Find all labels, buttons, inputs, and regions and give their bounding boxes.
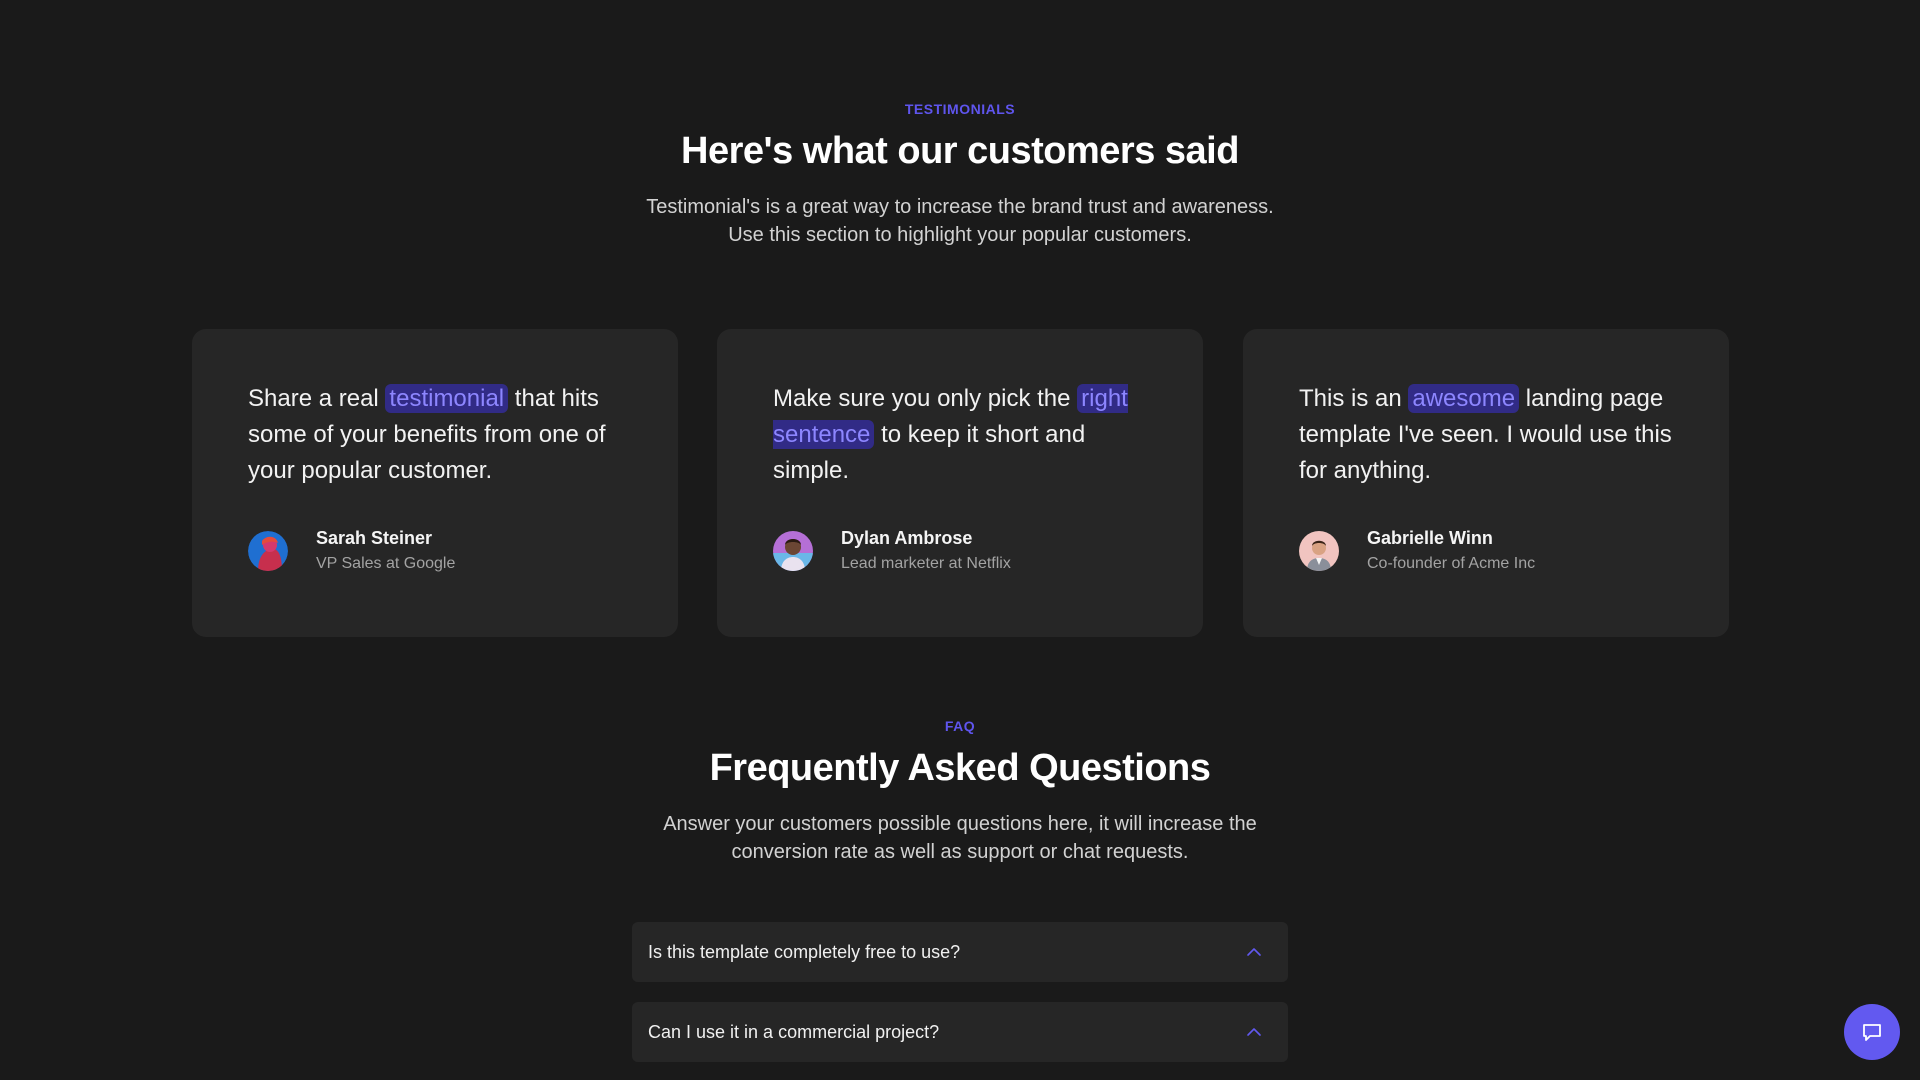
faq-question: Can I use it in a commercial project?: [648, 1021, 940, 1042]
testimonials-subtitle-line: Use this section to highlight your popul…: [728, 224, 1192, 246]
chat-bubble-icon: [1860, 1020, 1884, 1044]
faq-subtitle-line: conversion rate as well as support or ch…: [731, 841, 1189, 863]
author-role: Lead marketer at Netflix: [841, 555, 1011, 572]
testimonial-card: This is an awesome landing page template…: [1243, 329, 1729, 637]
testimonials-subtitle-line: Testimonial's is a great way to increase…: [646, 196, 1274, 218]
faq-eyebrow: FAQ: [944, 718, 976, 734]
testimonial-author: Sarah Steiner VP Sales at Google: [248, 525, 455, 576]
testimonial-card: Share a real testimonial that hits some …: [192, 329, 678, 637]
testimonial-quote: This is an awesome landing page template…: [1299, 381, 1673, 489]
testimonials-title: Here's what our customers said: [681, 130, 1239, 172]
testimonial-cards: Share a real testimonial that hits some …: [192, 329, 1729, 637]
author-name: Gabrielle Winn: [1367, 528, 1493, 548]
avatar: [1299, 530, 1339, 571]
testimonial-quote: Make sure you only pick the right senten…: [773, 381, 1147, 489]
chat-button[interactable]: [1844, 1004, 1900, 1060]
avatar: [248, 530, 288, 571]
faq-question: Is this template completely free to use?: [648, 941, 961, 962]
faq-title: Frequently Asked Questions: [709, 747, 1211, 789]
testimonial-author: Gabrielle Winn Co-founder of Acme Inc: [1299, 525, 1535, 576]
testimonial-author: Dylan Ambrose Lead marketer at Netflix: [773, 525, 1011, 576]
author-role: VP Sales at Google: [316, 555, 456, 572]
quote-highlight: testimonial: [385, 384, 509, 413]
chevron-up-icon[interactable]: [1244, 942, 1264, 962]
quote-highlight: awesome: [1408, 384, 1520, 413]
faq-subtitle-line: Answer your customers possible questions…: [663, 813, 1257, 835]
author-name: Sarah Steiner: [316, 528, 433, 548]
quote-text: Share a real: [248, 385, 386, 412]
faq-subtitle: Answer your customers possible questions…: [0, 810, 1920, 866]
avatar: [773, 530, 813, 571]
author-name: Dylan Ambrose: [841, 528, 973, 548]
testimonial-card: Make sure you only pick the right senten…: [717, 329, 1203, 637]
author-role: Co-founder of Acme Inc: [1367, 555, 1536, 572]
chevron-up-icon[interactable]: [1244, 1022, 1264, 1042]
faq-item[interactable]: Can I use it in a commercial project?: [632, 1002, 1288, 1062]
testimonials-eyebrow: TESTIMONIALS: [904, 101, 1016, 117]
quote-text: Make sure you only pick the: [773, 385, 1078, 412]
testimonial-quote: Share a real testimonial that hits some …: [248, 381, 622, 489]
testimonials-subtitle: Testimonial's is a great way to increase…: [0, 193, 1920, 249]
faq-item[interactable]: Is this template completely free to use?: [632, 922, 1288, 982]
quote-text: This is an: [1299, 385, 1409, 412]
